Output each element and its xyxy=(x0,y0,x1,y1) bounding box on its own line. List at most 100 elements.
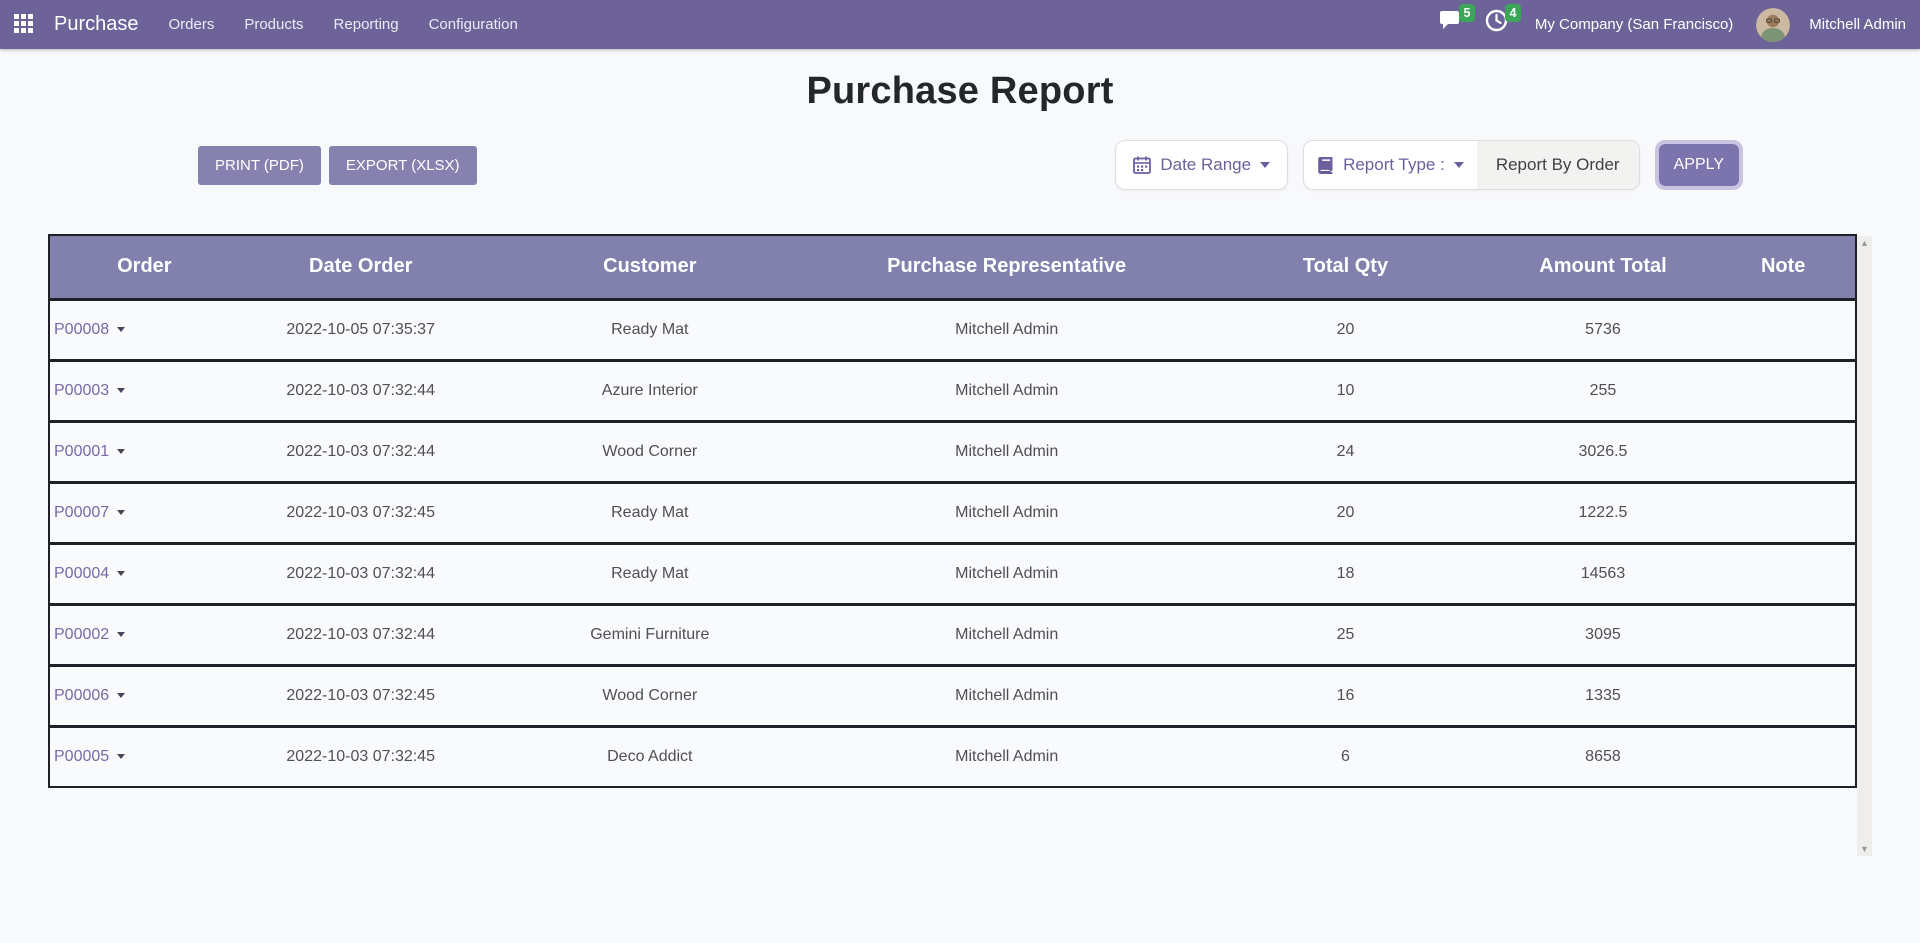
rep-cell: Mitchell Admin xyxy=(817,482,1196,543)
date-cell: 2022-10-03 07:32:45 xyxy=(239,726,483,787)
note-cell xyxy=(1711,543,1856,604)
note-cell xyxy=(1711,421,1856,482)
date-cell: 2022-10-03 07:32:44 xyxy=(239,543,483,604)
rep-cell: Mitchell Admin xyxy=(817,421,1196,482)
chevron-down-icon xyxy=(117,510,125,515)
customer-cell: Ready Mat xyxy=(483,482,817,543)
rep-cell: Mitchell Admin xyxy=(817,604,1196,665)
chevron-down-icon xyxy=(117,754,125,759)
qty-cell: 24 xyxy=(1196,421,1494,482)
chevron-down-icon xyxy=(117,449,125,454)
note-cell xyxy=(1711,360,1856,421)
messages-count-badge: 5 xyxy=(1459,4,1475,22)
date-cell: 2022-10-05 07:35:37 xyxy=(239,299,483,360)
order-link[interactable]: P00004 xyxy=(54,565,109,582)
column-header-rep: Purchase Representative xyxy=(817,235,1196,299)
report-type-value: Report By Order xyxy=(1477,141,1639,189)
date-range-label: Date Range xyxy=(1160,155,1251,175)
user-menu[interactable]: Mitchell Admin xyxy=(1809,16,1906,33)
menu-item-orders[interactable]: Orders xyxy=(169,16,215,33)
export-xlsx-button[interactable]: EXPORT (XLSX) xyxy=(329,146,477,185)
activities-count-badge: 4 xyxy=(1505,4,1521,22)
order-cell: P00004 xyxy=(49,543,239,604)
table-row: P000042022-10-03 07:32:44Ready MatMitche… xyxy=(49,543,1856,604)
navbar-systray: 5 4 My Company (San Francisco) Mitchell … xyxy=(1439,8,1906,42)
app-name[interactable]: Purchase xyxy=(54,13,139,36)
table-row: P000052022-10-03 07:32:45Deco AddictMitc… xyxy=(49,726,1856,787)
menu-item-configuration[interactable]: Configuration xyxy=(429,16,518,33)
order-link[interactable]: P00006 xyxy=(54,687,109,704)
customer-cell: Ready Mat xyxy=(483,299,817,360)
order-link[interactable]: P00003 xyxy=(54,382,109,399)
date-cell: 2022-10-03 07:32:44 xyxy=(239,421,483,482)
qty-cell: 20 xyxy=(1196,482,1494,543)
report-type-dropdown[interactable]: Report Type : xyxy=(1304,141,1477,189)
rep-cell: Mitchell Admin xyxy=(817,299,1196,360)
rep-cell: Mitchell Admin xyxy=(817,360,1196,421)
order-cell: P00006 xyxy=(49,665,239,726)
amount-cell: 1335 xyxy=(1495,665,1712,726)
amount-cell: 14563 xyxy=(1495,543,1712,604)
qty-cell: 16 xyxy=(1196,665,1494,726)
chevron-down-icon xyxy=(117,327,125,332)
table-row: P000062022-10-03 07:32:45Wood CornerMitc… xyxy=(49,665,1856,726)
top-navbar: Purchase Orders Products Reporting Confi… xyxy=(0,0,1920,49)
activities-button[interactable]: 4 xyxy=(1485,12,1512,37)
column-header-amount: Amount Total xyxy=(1495,235,1712,299)
amount-cell: 3026.5 xyxy=(1495,421,1712,482)
customer-cell: Wood Corner xyxy=(483,421,817,482)
filter-actions: Date Range Report Type : Report By Order… xyxy=(1115,140,1739,190)
order-link[interactable]: P00005 xyxy=(54,748,109,765)
date-cell: 2022-10-03 07:32:45 xyxy=(239,665,483,726)
order-link[interactable]: P00002 xyxy=(54,626,109,643)
chevron-down-icon xyxy=(117,632,125,637)
table-row: P000072022-10-03 07:32:45Ready MatMitche… xyxy=(49,482,1856,543)
chevron-down-icon xyxy=(117,388,125,393)
date-cell: 2022-10-03 07:32:44 xyxy=(239,360,483,421)
table-row: P00002 2022-10-03 07:32:44Gemini Furnitur… xyxy=(49,604,1856,665)
order-link[interactable]: P00001 xyxy=(54,443,109,460)
column-header-order: Order xyxy=(49,235,239,299)
scroll-up-arrow-icon[interactable]: ▲ xyxy=(1857,236,1872,250)
messages-button[interactable]: 5 xyxy=(1439,12,1466,37)
column-header-note: Note xyxy=(1711,235,1856,299)
apply-button[interactable]: APPLY xyxy=(1659,144,1739,186)
qty-cell: 6 xyxy=(1196,726,1494,787)
order-cell: P00005 xyxy=(49,726,239,787)
note-cell xyxy=(1711,299,1856,360)
export-actions: PRINT (PDF) EXPORT (XLSX) xyxy=(198,146,477,185)
page-title: Purchase Report xyxy=(0,70,1920,113)
column-header-date: Date Order xyxy=(239,235,483,299)
table-row: P00001 2022-10-03 07:32:44Wood CornerMitc… xyxy=(49,421,1856,482)
amount-cell: 1222.5 xyxy=(1495,482,1712,543)
rep-cell: Mitchell Admin xyxy=(817,665,1196,726)
chevron-down-icon xyxy=(1454,162,1464,168)
company-switcher[interactable]: My Company (San Francisco) xyxy=(1531,16,1737,33)
order-cell: P00003 xyxy=(49,360,239,421)
main-menu: Orders Products Reporting Configuration xyxy=(169,16,518,33)
note-cell xyxy=(1711,665,1856,726)
column-header-customer: Customer xyxy=(483,235,817,299)
order-link[interactable]: P00007 xyxy=(54,504,109,521)
qty-cell: 18 xyxy=(1196,543,1494,604)
order-cell: P00002 xyxy=(49,604,239,665)
date-cell: 2022-10-03 07:32:44 xyxy=(239,604,483,665)
scroll-down-arrow-icon[interactable]: ▼ xyxy=(1857,842,1872,856)
amount-cell: 3095 xyxy=(1495,604,1712,665)
purchase-report-table: Order Date Order Customer Purchase Repre… xyxy=(48,234,1857,788)
column-header-qty: Total Qty xyxy=(1196,235,1494,299)
customer-cell: Gemini Furniture xyxy=(483,604,817,665)
print-pdf-button[interactable]: PRINT (PDF) xyxy=(198,146,321,185)
order-link[interactable]: P00008 xyxy=(54,321,109,338)
report-table-area: Order Date Order Customer Purchase Repre… xyxy=(48,234,1857,788)
user-avatar[interactable] xyxy=(1756,8,1790,42)
note-cell xyxy=(1711,726,1856,787)
order-cell: P00007 xyxy=(49,482,239,543)
apps-menu-button[interactable] xyxy=(14,14,33,36)
book-icon xyxy=(1317,156,1334,174)
date-range-dropdown[interactable]: Date Range xyxy=(1115,140,1288,190)
menu-item-products[interactable]: Products xyxy=(244,16,303,33)
vertical-scrollbar[interactable]: ▲ ▼ xyxy=(1857,236,1872,856)
rep-cell: Mitchell Admin xyxy=(817,726,1196,787)
menu-item-reporting[interactable]: Reporting xyxy=(334,16,399,33)
